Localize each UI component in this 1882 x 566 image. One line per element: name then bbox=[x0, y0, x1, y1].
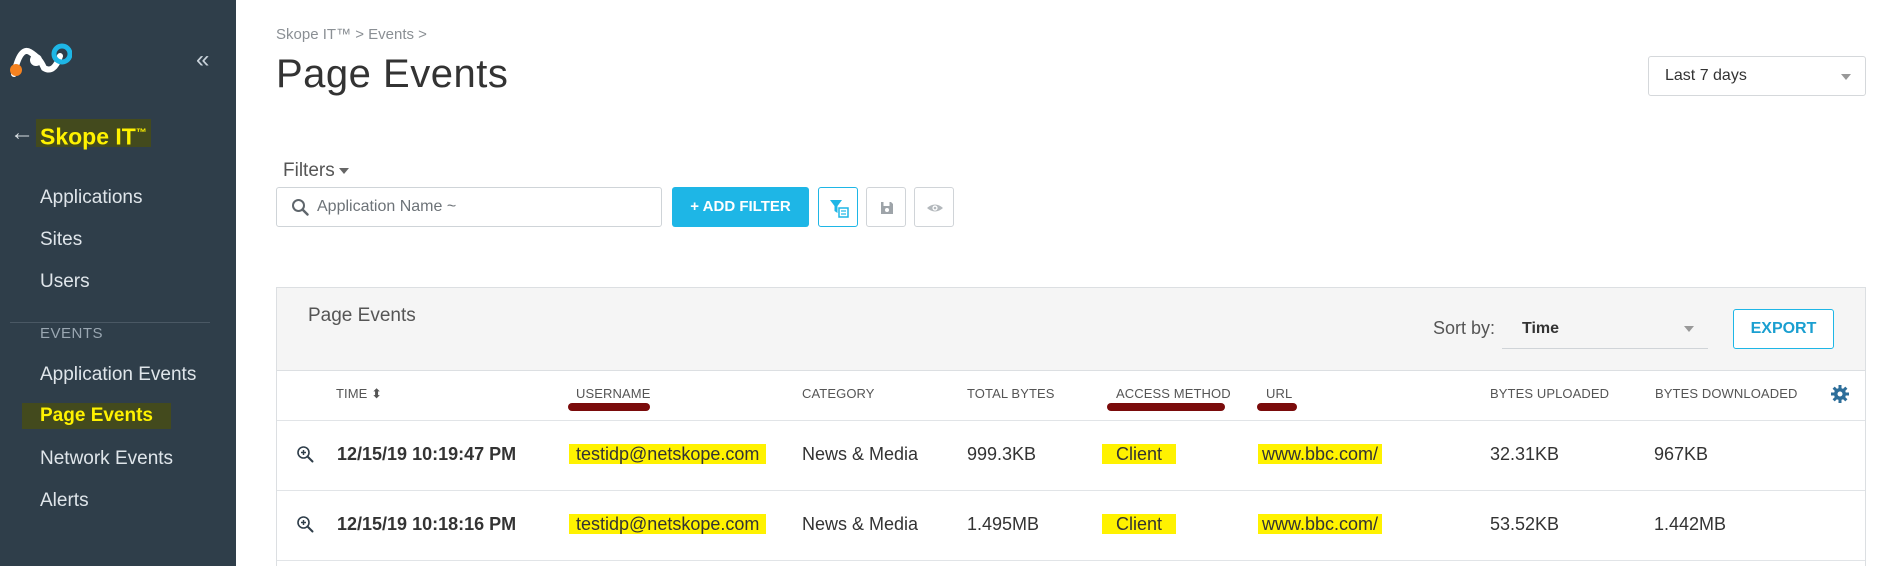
sort-arrows-icon: ⬍ bbox=[371, 386, 383, 401]
page-title: Page Events bbox=[276, 52, 509, 96]
zoom-in-icon[interactable] bbox=[296, 515, 314, 533]
save-filter-button[interactable] bbox=[866, 187, 906, 227]
cell-time: 12/15/19 10:18:16 PM bbox=[337, 514, 517, 534]
cell-bytes-downloaded: 1.442MB bbox=[1654, 514, 1727, 534]
back-arrow-icon[interactable]: ← bbox=[10, 121, 34, 145]
panel-title: Page Events bbox=[308, 305, 416, 326]
panel-header: Page Events Sort by: Time EXPORT bbox=[277, 288, 1865, 371]
cell-bytes-downloaded: 967KB bbox=[1654, 444, 1709, 464]
sidebar-item-network-events[interactable]: Network Events bbox=[40, 448, 173, 470]
breadcrumb[interactable]: Skope IT™ > Events > bbox=[276, 26, 427, 43]
cell-url[interactable]: www.bbc.com/ bbox=[1258, 441, 1383, 467]
cell-username-text: testidp@netskope.com bbox=[569, 444, 767, 464]
sort-select[interactable]: Time bbox=[1502, 309, 1708, 349]
gear-icon[interactable] bbox=[1830, 384, 1850, 404]
column-header-bytes-downloaded[interactable]: BYTES DOWNLOADED bbox=[1655, 386, 1797, 401]
search-icon bbox=[292, 199, 309, 216]
filter-search-box[interactable] bbox=[276, 187, 662, 227]
sidebar-divider bbox=[10, 322, 210, 323]
application-name-input[interactable] bbox=[317, 194, 647, 220]
cell-url-text: www.bbc.com/ bbox=[1258, 514, 1383, 534]
preview-filter-button[interactable] bbox=[914, 187, 954, 227]
chevron-down-icon bbox=[1841, 74, 1851, 80]
row-divider bbox=[277, 560, 1865, 561]
cell-total-bytes: 1.495MB bbox=[967, 514, 1040, 534]
cell-username-text: testidp@netskope.com bbox=[569, 514, 767, 534]
app-root: « ← Skope IT™ Applications Sites Users E… bbox=[0, 0, 1882, 566]
cell-username[interactable]: testidp@netskope.com bbox=[569, 441, 767, 467]
caret-down-icon bbox=[338, 167, 349, 174]
sidebar-item-page-events[interactable]: Page Events bbox=[22, 403, 171, 429]
sidebar-item-applications[interactable]: Applications bbox=[40, 187, 142, 209]
column-header-bytes-uploaded[interactable]: BYTES UPLOADED bbox=[1490, 386, 1609, 401]
collapse-sidebar-icon[interactable]: « bbox=[196, 48, 209, 72]
column-header-time-label: TIME bbox=[336, 386, 368, 401]
save-icon bbox=[881, 202, 893, 214]
cell-access-method-text: Client bbox=[1102, 514, 1177, 534]
export-button[interactable]: EXPORT bbox=[1733, 309, 1834, 349]
add-filter-button[interactable]: + ADD FILTER bbox=[672, 187, 809, 227]
cell-access-method-text: Client bbox=[1102, 444, 1177, 464]
annotation-underline-access-method bbox=[1107, 403, 1225, 411]
cell-url[interactable]: www.bbc.com/ bbox=[1258, 511, 1383, 537]
date-range-value: Last 7 days bbox=[1665, 67, 1747, 84]
filters-toggle[interactable]: Filters bbox=[283, 160, 349, 182]
column-header-category[interactable]: CATEGORY bbox=[802, 386, 875, 401]
zoom-in-icon[interactable] bbox=[296, 445, 314, 463]
column-header-total-bytes[interactable]: TOTAL BYTES bbox=[967, 386, 1055, 401]
sort-value: Time bbox=[1522, 320, 1560, 337]
cell-access-method: Client bbox=[1102, 441, 1177, 467]
trademark-mark: ™ bbox=[135, 127, 147, 139]
column-header-time[interactable]: TIME ⬍ bbox=[336, 386, 382, 402]
sidebar-item-alerts[interactable]: Alerts bbox=[40, 490, 89, 512]
cell-bytes-uploaded: 53.52KB bbox=[1490, 514, 1560, 534]
filter-list-button[interactable] bbox=[818, 187, 858, 227]
row-divider bbox=[277, 490, 1865, 491]
sidebar-item-users[interactable]: Users bbox=[40, 271, 90, 293]
date-range-select[interactable]: Last 7 days bbox=[1648, 56, 1866, 96]
cell-total-bytes: 999.3KB bbox=[967, 444, 1037, 464]
section-title-text: Skope IT bbox=[40, 123, 136, 150]
cell-access-method: Client bbox=[1102, 511, 1177, 537]
annotation-underline-username bbox=[568, 403, 650, 411]
netskope-logo bbox=[10, 43, 72, 77]
sidebar-events-heading: EVENTS bbox=[40, 325, 104, 342]
sort-label: Sort by: bbox=[1433, 318, 1496, 338]
column-header-access-method[interactable]: ACCESS METHOD bbox=[1116, 386, 1231, 401]
cell-url-text: www.bbc.com/ bbox=[1258, 444, 1383, 464]
sidebar-item-sites[interactable]: Sites bbox=[40, 229, 82, 251]
annotation-underline-url bbox=[1257, 403, 1297, 411]
sidebar-item-application-events[interactable]: Application Events bbox=[40, 364, 196, 386]
column-header-username[interactable]: USERNAME bbox=[576, 386, 650, 401]
eye-icon bbox=[927, 204, 943, 212]
sidebar: « ← Skope IT™ Applications Sites Users E… bbox=[0, 0, 236, 566]
column-header-url[interactable]: URL bbox=[1266, 386, 1292, 401]
filter-list-icon bbox=[830, 200, 849, 218]
chevron-down-icon bbox=[1684, 326, 1694, 332]
cell-bytes-uploaded: 32.31KB bbox=[1490, 444, 1560, 464]
cell-username[interactable]: testidp@netskope.com bbox=[569, 511, 767, 537]
cell-category: News & Media bbox=[802, 444, 919, 464]
cell-category: News & Media bbox=[802, 514, 919, 534]
section-title: Skope IT™ bbox=[36, 119, 151, 150]
cell-time: 12/15/19 10:19:47 PM bbox=[337, 444, 517, 464]
table-header-divider bbox=[277, 420, 1865, 421]
filters-label: Filters bbox=[283, 160, 335, 181]
